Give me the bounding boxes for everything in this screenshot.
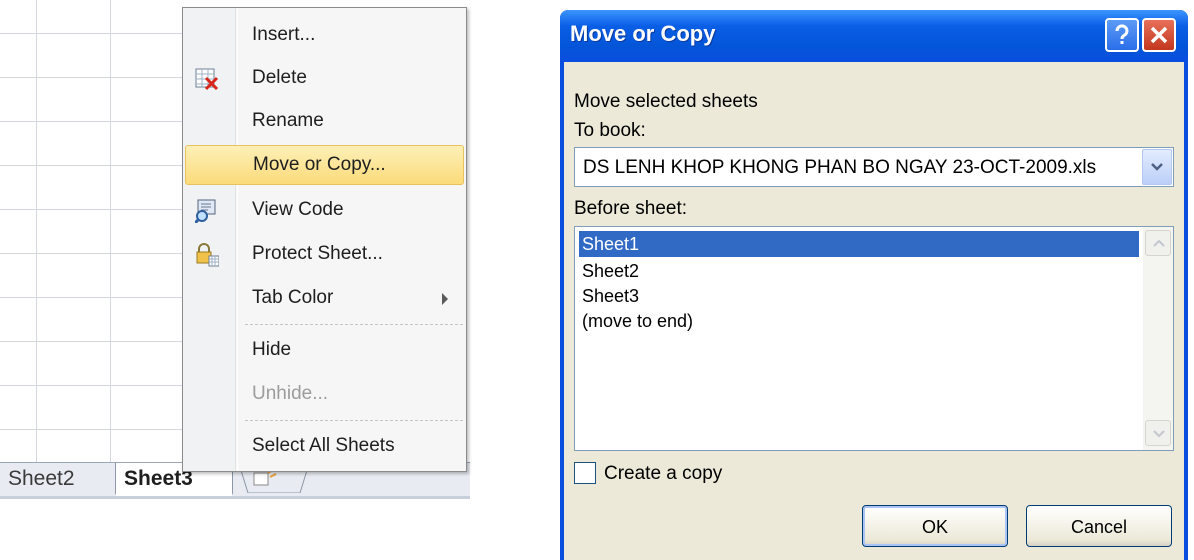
dialog-title: Move or Copy bbox=[570, 21, 716, 46]
tab-bar-scroll-track bbox=[0, 496, 470, 499]
menu-item-view-code[interactable]: View Code bbox=[185, 191, 464, 231]
submenu-arrow-icon bbox=[442, 293, 448, 305]
ok-button-label: OK bbox=[921, 517, 948, 537]
menu-item-label: Unhide... bbox=[252, 383, 329, 404]
menu-item-label: Protect Sheet... bbox=[252, 243, 383, 264]
dialog-titlebar[interactable]: Move or Copy bbox=[560, 10, 1188, 62]
close-icon bbox=[1150, 26, 1168, 44]
grid-column-line bbox=[110, 0, 111, 462]
menu-separator bbox=[245, 420, 463, 421]
chevron-down-icon bbox=[1151, 163, 1163, 171]
grid-row-line bbox=[0, 209, 190, 210]
menu-item-delete[interactable]: Delete bbox=[185, 59, 464, 99]
menu-item-hide[interactable]: Hide bbox=[185, 331, 464, 371]
to-book-value: DS LENH KHOP KHONG PHAN BO NGAY 23-OCT-2… bbox=[583, 157, 1097, 178]
dialog-body: Move selected sheets To book: DS LENH KH… bbox=[564, 62, 1184, 560]
sheet-tab-sheet2[interactable]: Sheet2 bbox=[0, 463, 117, 496]
sheet-tab-label: Sheet2 bbox=[8, 467, 75, 490]
menu-item-tab-color[interactable]: Tab Color bbox=[185, 279, 464, 319]
menu-item-label: Hide bbox=[252, 339, 292, 360]
delete-sheet-icon bbox=[195, 67, 219, 91]
list-item-sheet1[interactable]: Sheet1 bbox=[579, 231, 1139, 257]
menu-item-label: Move or Copy... bbox=[253, 154, 386, 175]
menu-item-label: Select All Sheets bbox=[252, 435, 395, 456]
menu-item-rename[interactable]: Rename bbox=[185, 102, 464, 142]
grid-row-line bbox=[0, 429, 190, 430]
grid-row-line bbox=[0, 33, 190, 34]
grid-row-line bbox=[0, 165, 190, 166]
scroll-down-button[interactable] bbox=[1145, 420, 1171, 446]
move-or-copy-dialog: Move or Copy Move selected sheets To boo… bbox=[560, 10, 1188, 560]
menu-item-select-all-sheets[interactable]: Select All Sheets bbox=[185, 427, 464, 467]
scroll-up-button[interactable] bbox=[1145, 230, 1171, 256]
grid-row-line bbox=[0, 385, 190, 386]
menu-item-unhide: Unhide... bbox=[185, 375, 464, 415]
list-item-sheet2[interactable]: Sheet2 bbox=[579, 258, 1139, 284]
menu-item-label: Insert... bbox=[252, 24, 316, 45]
view-code-icon bbox=[193, 199, 219, 225]
menu-item-label: Delete bbox=[252, 67, 307, 88]
cancel-button[interactable]: Cancel bbox=[1026, 505, 1172, 547]
ok-button[interactable]: OK bbox=[862, 505, 1008, 547]
menu-item-insert[interactable]: Insert... bbox=[185, 16, 464, 56]
worksheet-grid[interactable] bbox=[0, 0, 190, 462]
chevron-up-icon bbox=[1153, 239, 1165, 247]
to-book-dropdown[interactable]: DS LENH KHOP KHONG PHAN BO NGAY 23-OCT-2… bbox=[574, 147, 1174, 187]
menu-item-label: Rename bbox=[252, 110, 324, 131]
create-copy-checkbox[interactable] bbox=[574, 462, 596, 484]
to-book-label: To book: bbox=[574, 120, 646, 141]
grid-column-line bbox=[36, 0, 37, 462]
protect-sheet-icon bbox=[195, 243, 220, 267]
menu-item-protect-sheet[interactable]: Protect Sheet... bbox=[185, 235, 464, 275]
before-sheet-label: Before sheet: bbox=[574, 198, 688, 219]
help-button[interactable] bbox=[1105, 18, 1139, 52]
excel-workbook-area: Sheet2 Sheet3 Insert... Delete Rename Mo… bbox=[0, 0, 500, 560]
cancel-button-label: Cancel bbox=[1070, 517, 1128, 537]
create-copy-label[interactable]: Create a copy bbox=[604, 463, 722, 485]
menu-item-label: View Code bbox=[252, 199, 344, 220]
chevron-down-icon bbox=[1153, 430, 1165, 438]
menu-item-move-or-copy[interactable]: Move or Copy... bbox=[185, 145, 464, 185]
menu-item-label: Tab Color bbox=[252, 287, 334, 308]
grid-row-line bbox=[0, 341, 190, 342]
move-selected-sheets-label: Move selected sheets bbox=[574, 91, 758, 112]
sheet-context-menu: Insert... Delete Rename Move or Copy... bbox=[182, 7, 467, 472]
question-mark-icon bbox=[1115, 24, 1129, 44]
before-sheet-listbox[interactable]: Sheet1 Sheet2 Sheet3 (move to end) bbox=[574, 226, 1174, 451]
grid-row-line bbox=[0, 77, 190, 78]
list-item-sheet3[interactable]: Sheet3 bbox=[579, 283, 1139, 309]
list-item-move-to-end[interactable]: (move to end) bbox=[579, 308, 1139, 334]
dropdown-button[interactable] bbox=[1142, 149, 1172, 185]
grid-row-line bbox=[0, 253, 190, 254]
listbox-scrollbar[interactable] bbox=[1143, 227, 1173, 450]
close-button[interactable] bbox=[1142, 18, 1176, 52]
grid-row-line bbox=[0, 297, 190, 298]
grid-row-line bbox=[0, 121, 190, 122]
menu-separator bbox=[245, 324, 463, 325]
